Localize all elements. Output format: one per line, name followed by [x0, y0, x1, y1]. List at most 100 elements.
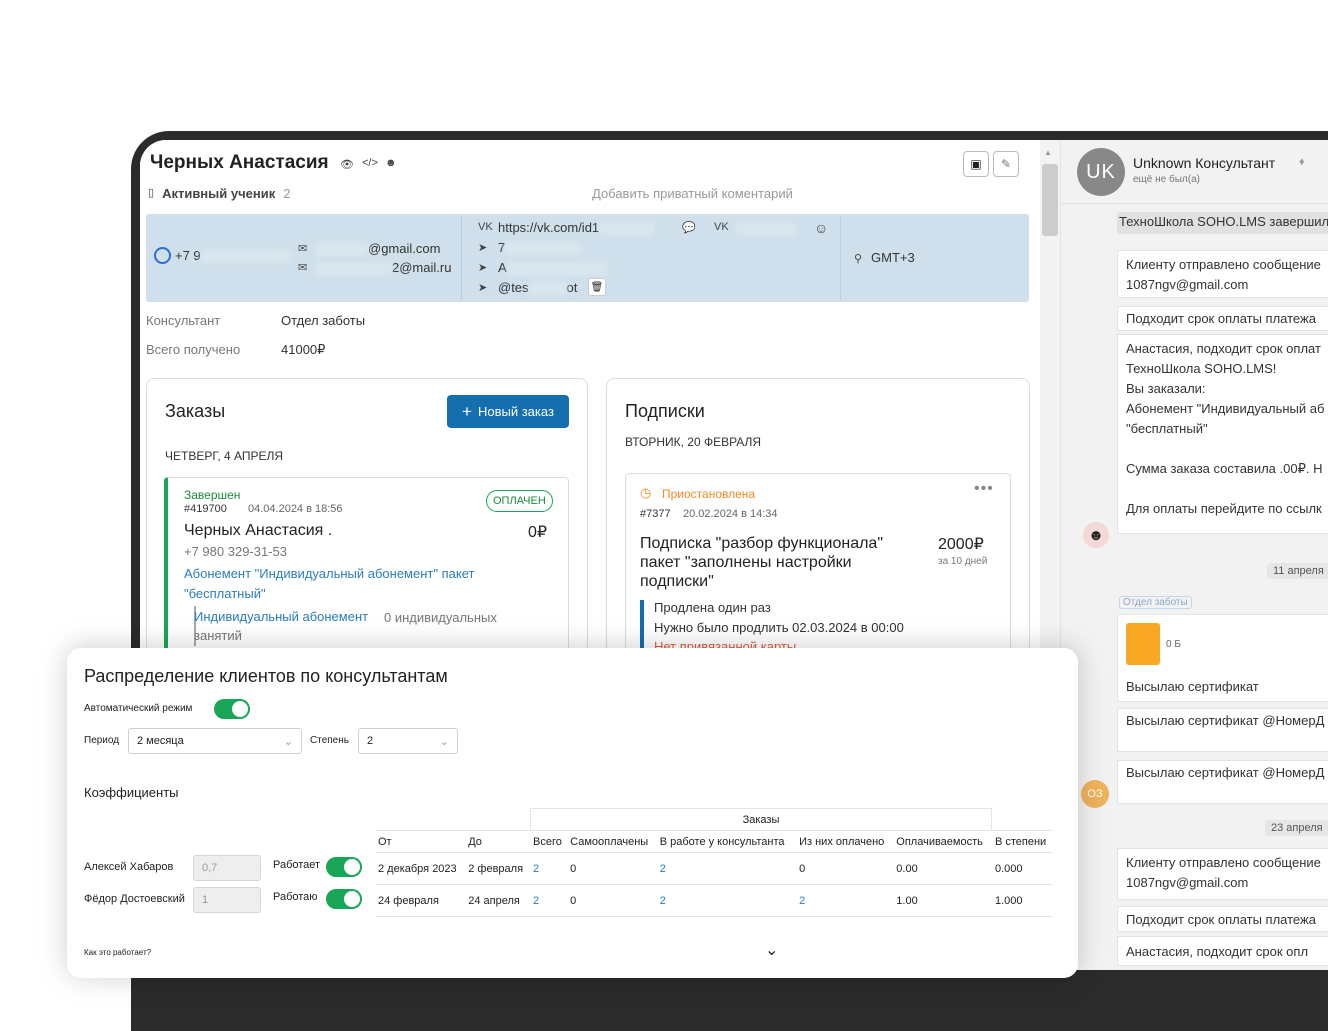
chat-panel: UK Unknown Консультант ♦ ещё не был(а) Т…: [1060, 140, 1328, 970]
status-label[interactable]: Активный ученик: [162, 186, 275, 201]
edit-button[interactable]: ✎: [993, 151, 1019, 177]
consultant-value[interactable]: Отдел заботы: [281, 313, 365, 328]
order-product-link[interactable]: Абонемент "Индивидуальный абонемент" пак…: [184, 564, 524, 604]
subscription-period: за 10 дней: [938, 556, 988, 567]
vk-row: https://vk.com/id1: [498, 220, 655, 236]
subscription-price: 2000₽: [938, 536, 984, 553]
message-line: 1087ngv@gmail.com: [1126, 875, 1249, 890]
column-header: Оплачиваемость: [893, 830, 992, 853]
work-toggle[interactable]: [326, 857, 362, 877]
tag-icon[interactable]: ♦: [1299, 156, 1305, 168]
divider: [640, 600, 644, 650]
how-it-works-link[interactable]: Как это работает?: [84, 948, 151, 957]
vk-icon: VK: [714, 221, 729, 233]
divider: [461, 216, 462, 300]
phone-row: +7 9: [175, 248, 291, 264]
system-banner: ТехноШкола SOHO.LMS завершил: [1117, 212, 1328, 234]
coef-input[interactable]: 1: [193, 887, 261, 913]
client-name: Черных Анастасия: [150, 152, 329, 173]
comment-button[interactable]: ▣: [963, 151, 989, 177]
new-order-button[interactable]: + Новый заказ: [447, 395, 569, 428]
scroll-up-icon[interactable]: ▲: [1044, 148, 1052, 157]
coef-input[interactable]: 0,7: [193, 855, 261, 881]
user-icon[interactable]: ☺: [814, 220, 828, 236]
vk-link[interactable]: https://vk.com/id1: [498, 220, 599, 235]
subscription-number[interactable]: #7377: [640, 508, 671, 520]
consultant-seen: ещё не был(а): [1133, 174, 1200, 185]
cell-rate: 0.00: [893, 852, 992, 885]
divider: [840, 216, 841, 300]
location-pin-icon: ⚲: [854, 253, 863, 265]
date-pill: 11 апреля: [1267, 563, 1328, 579]
cell-total[interactable]: 2: [530, 884, 568, 917]
contacts-strip: +7 9 ✉ @gmail.com ✉ 2@mail.ru VK https:/…: [146, 214, 1029, 302]
cell-total[interactable]: 2: [530, 852, 568, 885]
cell-in-work[interactable]: 2: [656, 852, 797, 885]
trash-icon[interactable]: 🗑: [588, 278, 606, 296]
subscription-name[interactable]: Подписка "разбор функционала" пакет "зап…: [640, 534, 920, 591]
chat-bubble-icon[interactable]: 💬: [682, 221, 696, 234]
more-icon[interactable]: •••: [974, 480, 994, 498]
total-value: 41000₽: [281, 342, 326, 357]
message-line: Абонемент "Индивидуальный аб: [1126, 401, 1325, 416]
timezone: GMT+3: [871, 250, 915, 265]
column-header: Самооплачены: [567, 830, 657, 853]
subscription-status: Приостановлена: [662, 487, 756, 501]
phone-value[interactable]: +7 9: [175, 248, 201, 263]
staff-avatar: ОЗ: [1081, 780, 1109, 808]
cell-rate: 1.00: [893, 884, 992, 917]
message-line: Для оплаты перейдите по ссылк: [1126, 501, 1322, 516]
tg-2[interactable]: A: [498, 260, 507, 275]
total-label: Всего получено: [146, 342, 241, 357]
table-row: 24 февраля 24 апреля 2 0 2 2 1.00 1.000: [375, 884, 1053, 917]
column-header: В работе у консультанта: [656, 830, 797, 853]
paid-badge: ОПЛАЧЕН: [486, 490, 553, 512]
column-header: От: [375, 830, 466, 853]
code-icon[interactable]: </>: [362, 157, 378, 169]
message-line: Сумма заказа составила .00₽. Н: [1126, 461, 1323, 476]
chevron-down-icon[interactable]: ⌄: [765, 940, 778, 960]
tg-1[interactable]: 7: [498, 240, 505, 255]
work-toggle[interactable]: [326, 889, 362, 909]
telegram-icon: ➤: [478, 282, 488, 294]
consultant-name[interactable]: Unknown Консультант: [1133, 155, 1275, 171]
order-amount: 0₽: [528, 524, 548, 541]
order-datetime: 04.04.2024 в 18:56: [248, 503, 343, 515]
degree-select[interactable]: 2 ⌄: [358, 728, 458, 754]
order-phone: +7 980 329-31-53: [184, 544, 288, 559]
tg-row-3: @tes ot: [498, 280, 577, 296]
message-line: Вы заказали:: [1126, 381, 1206, 396]
period-select[interactable]: 2 месяца ⌄: [128, 728, 302, 754]
file-message[interactable]: 0 Б Высылаю сертификат: [1117, 614, 1328, 702]
chevron-down-icon: ⌄: [439, 735, 449, 748]
file-icon[interactable]: [1126, 623, 1160, 665]
orders-title: Заказы: [165, 401, 226, 421]
consultant-row-name: Фёдор Достоевский: [84, 893, 185, 905]
cell-from: 24 февраля: [375, 884, 466, 917]
pencil-icon: ✎: [1000, 157, 1012, 171]
chat-message: Анастасия, подходит срок опл: [1117, 936, 1328, 966]
cell-pow: 1.000: [991, 884, 1053, 917]
email-1[interactable]: @gmail.com: [368, 241, 440, 256]
order-number[interactable]: #419700: [184, 503, 227, 515]
auto-mode-toggle[interactable]: [214, 699, 250, 719]
orders-date: ЧЕТВЕРГ, 4 АПРЕЛЯ: [165, 449, 284, 463]
orders-group-header: Заказы: [529, 808, 993, 831]
degree-value: 2: [367, 735, 374, 747]
cell-pow: 0.000: [991, 852, 1053, 885]
cell-paid[interactable]: 2: [796, 884, 894, 917]
eye-icon[interactable]: 👁: [340, 158, 354, 171]
chat-message: Клиенту отправлено сообщение 1087ngv@gma…: [1117, 848, 1328, 900]
order-client[interactable]: Черных Анастасия .: [184, 522, 332, 540]
vk-icon: VK: [478, 221, 493, 233]
tg-3[interactable]: @tes: [498, 280, 529, 295]
call-icon[interactable]: [154, 247, 171, 264]
private-comment-link[interactable]: Добавить приватный коментарий: [592, 186, 793, 201]
user-remove-icon[interactable]: ☻: [385, 157, 397, 169]
message-line: [1126, 479, 1328, 499]
email-2[interactable]: 2@mail.ru: [392, 260, 451, 275]
chat-message: Подходит срок оплаты платежа: [1117, 906, 1328, 932]
message-line: Анастасия, подходит срок оплат: [1126, 341, 1321, 356]
scroll-thumb[interactable]: [1042, 164, 1058, 236]
cell-in-work[interactable]: 2: [656, 884, 797, 917]
